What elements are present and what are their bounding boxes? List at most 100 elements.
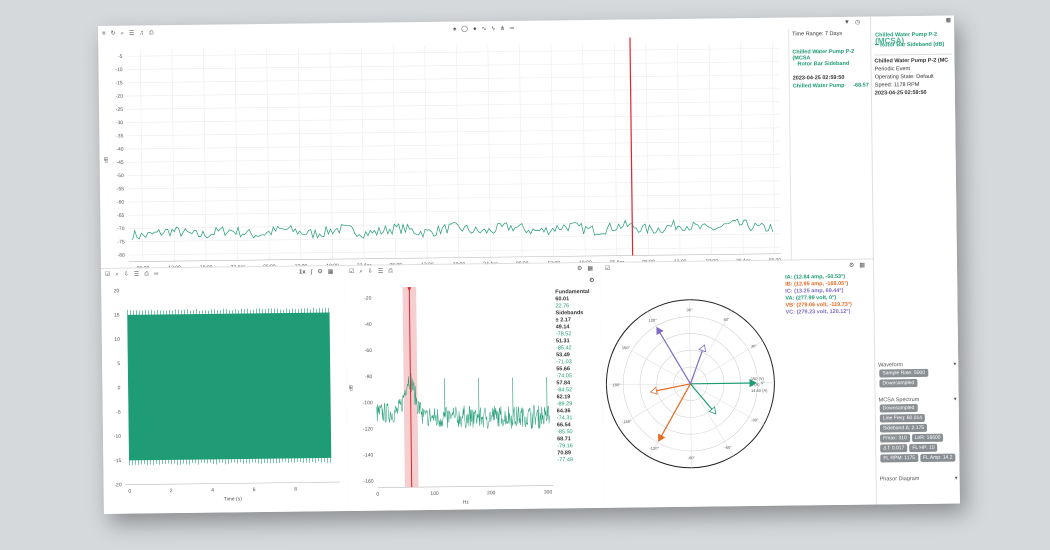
- phasor-info: Phasor Diagram ▾: [880, 476, 958, 483]
- zoom-icon[interactable]: ⌕: [121, 30, 124, 38]
- y-tick-label: -100: [363, 400, 373, 406]
- bolt-icon[interactable]: ϟ: [492, 25, 495, 33]
- trend-chart[interactable]: -5 -10 -15 -20 -25 -30 -35 -40 -45 -50 -55 -60 -65 -7…: [98, 32, 791, 274]
- waveform-panel: ☑ ⌕ ⇩ ☰ ⎙ ═ 1x ∫ ⚙ ▦ 20 15 10 5 0 -5 -10 -15 -20…: [100, 265, 349, 514]
- y-tick-label: -5: [118, 54, 123, 60]
- sideband-label: Sidebands: [555, 310, 584, 317]
- grid-line: [126, 87, 779, 97]
- menu-icon[interactable]: ≡: [102, 30, 106, 38]
- grid-line: [128, 207, 781, 216]
- y-tick-label: -25: [116, 107, 124, 113]
- y-tick-label: -70: [117, 226, 125, 232]
- filter-icon[interactable]: ▼: [844, 19, 850, 27]
- download-icon[interactable]: ⇩: [368, 268, 373, 276]
- sideband-value: 55.66: [556, 366, 571, 373]
- grid-line: [771, 41, 776, 254]
- grid-icon[interactable]: ▦: [859, 262, 865, 270]
- zoom-icon[interactable]: ⌕: [115, 271, 118, 279]
- sideband-value: 57.84: [556, 380, 571, 387]
- waveform-envelope: [127, 312, 332, 461]
- refresh-icon[interactable]: ↻: [111, 30, 116, 38]
- x-tick-label: 2: [170, 488, 173, 494]
- sideband-label: Fundamental: [555, 289, 590, 296]
- y-tick-label: -20: [116, 94, 124, 100]
- checkbox-icon[interactable]: ☑: [349, 268, 354, 276]
- cursor-series: Chilled Water Pump: [792, 82, 845, 90]
- angle-label: 120°: [649, 318, 658, 323]
- legend-overlap: (MCSA): [875, 36, 905, 46]
- gear-icon[interactable]: ⚙: [317, 268, 322, 276]
- fork-icon[interactable]: ⋔: [500, 25, 505, 33]
- clock-icon[interactable]: ◷: [855, 19, 860, 27]
- y-tick-label: -60: [117, 200, 125, 206]
- print-icon[interactable]: ⎙: [388, 267, 393, 275]
- zoom-icon[interactable]: ⌕: [359, 268, 362, 276]
- info-tag: LoR: 16600: [911, 433, 944, 443]
- phasor-toolbar: ☑: [605, 265, 610, 273]
- spectrum-chart[interactable]: -20 -40 -60 -80 -100 -120 -140 -160 0 100 200 300 Hz…: [345, 275, 558, 510]
- cursor-value: -68.57: [853, 82, 869, 89]
- sideband-value: -85.50: [556, 429, 573, 436]
- print-icon[interactable]: ⎙: [144, 270, 149, 278]
- phasor-arrow-va[interactable]: [690, 382, 756, 385]
- grid-line: [128, 246, 781, 256]
- mcsa-info: MCSA Spectrum ▾ DownsampledLine Freq: 60.…: [879, 397, 958, 464]
- phasor-arrow-vc[interactable]: [656, 327, 691, 385]
- phasor-section-header[interactable]: Phasor Diagram ▾: [880, 476, 958, 483]
- gear-icon[interactable]: ⚙: [849, 262, 854, 270]
- sideband-value: -77.49: [557, 457, 573, 464]
- print-icon[interactable]: ⎙: [149, 29, 154, 37]
- equals-icon[interactable]: ═: [510, 25, 514, 33]
- checkbox-icon[interactable]: ☑: [105, 271, 110, 279]
- cursor-line[interactable]: [629, 37, 634, 256]
- y-tick-label: -40: [116, 147, 124, 153]
- y-tick-label: -80: [118, 253, 126, 259]
- y-tick-label: -5: [116, 409, 121, 415]
- phasor-arrow-vb[interactable]: [658, 383, 691, 442]
- x-tick-label: 0: [128, 489, 131, 495]
- angle-label: -90°: [688, 455, 696, 460]
- info-tag: Δ f: 0.017: [880, 444, 908, 453]
- y-tick-label: -80: [365, 374, 373, 380]
- integral-icon[interactable]: ∫: [311, 268, 313, 276]
- sideband-value: 51.31: [555, 338, 570, 345]
- grid-icon[interactable]: ▦: [587, 265, 593, 273]
- rss-icon[interactable]: ∿: [482, 25, 487, 33]
- x-axis-label: Time (s): [224, 496, 243, 502]
- info-tag: Sideband Δ: 2.175: [879, 423, 928, 433]
- waveform-chart[interactable]: 20 15 10 5 0 -5 -10 -15 -20 0 2 4 6 8 Time (s): [101, 278, 348, 513]
- bell-icon[interactable]: ♠: [453, 26, 456, 34]
- download-icon[interactable]: ⇩: [124, 271, 129, 279]
- series-title[interactable]: Chilled Water Pump P-2 (MCSA: [789, 39, 871, 62]
- grid-line: [127, 101, 779, 110]
- list-icon[interactable]: ☰: [129, 30, 134, 38]
- app-screen: ≡ ↻ ⌕ ☰ ♫ ⎙ ♠ ◯ ● ∿ ϟ ⋔ ═ ▼ ◷ -5 -10 -15 -2…: [98, 15, 960, 514]
- right-panel: ▦ Chilled Water Pump P-2 (MCSA) ━ Rotor …: [869, 15, 960, 505]
- angle-label: -30°: [751, 417, 759, 422]
- y-tick-label: -15: [115, 80, 123, 86]
- phasor-panel: ☑ ⚙ ▦ IA: (12.84 amp, -50.53°) IB: (12.95…: [600, 259, 876, 508]
- speed-button[interactable]: 1x: [299, 268, 306, 276]
- gear-icon[interactable]: ⚙: [589, 277, 594, 284]
- grid-line: [677, 42, 681, 255]
- list-icon[interactable]: ☰: [134, 271, 139, 279]
- y-axis-label: dB: [104, 156, 110, 163]
- comment-icon[interactable]: ◯: [461, 25, 468, 33]
- event-title: Chilled Water Pump P-2 (MC: [874, 57, 949, 65]
- sideband-value: -84.52: [556, 387, 573, 394]
- sideband-value: 66.54: [556, 422, 571, 429]
- angle-label: -120°: [649, 446, 659, 451]
- bell-icon[interactable]: ♫: [139, 29, 144, 37]
- grid-line: [234, 48, 238, 261]
- circle-icon[interactable]: ●: [473, 25, 477, 33]
- event-date: 2023-04-25 02:59:50: [874, 89, 927, 97]
- y-tick-label: -50: [117, 173, 125, 179]
- y-tick-label: -60: [365, 348, 373, 354]
- phasor-chart[interactable]: 30° 60° 90° 120° 150° 180° -150° -120° -90° -60° -…: [601, 290, 876, 507]
- sideband-value: -74.31: [556, 415, 573, 422]
- gear-icon[interactable]: ⚙: [577, 265, 582, 273]
- equals-icon[interactable]: ═: [154, 270, 158, 278]
- list-icon[interactable]: ☰: [378, 268, 383, 276]
- checkbox-icon[interactable]: ☑: [605, 265, 610, 273]
- grid-icon[interactable]: ▦: [328, 268, 334, 276]
